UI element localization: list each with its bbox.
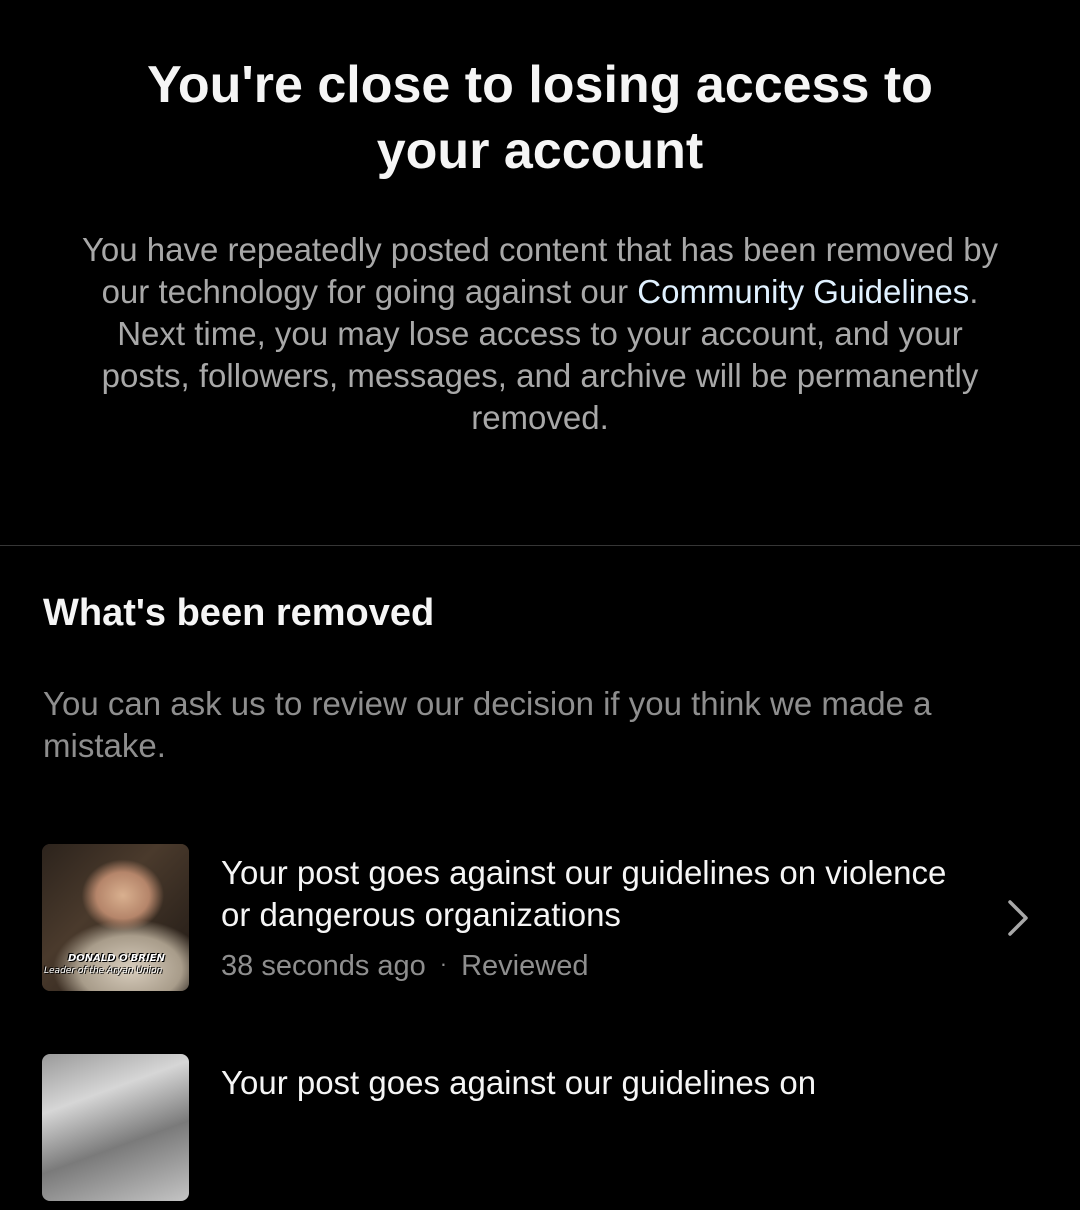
- removed-post-item[interactable]: Your post goes against our guidelines on: [0, 1050, 1080, 1210]
- thumbnail-caption: DONALD O'BRIEN Leader of the Aryan Union: [42, 953, 189, 977]
- chevron-right-icon[interactable]: [1002, 896, 1032, 940]
- section-title: What's been removed: [43, 592, 435, 634]
- item-timestamp: 38 seconds ago: [221, 950, 426, 982]
- community-guidelines-link[interactable]: Community Guidelines: [637, 273, 969, 310]
- warning-message: You have repeatedly posted content that …: [80, 229, 1000, 439]
- post-thumbnail: [42, 1054, 189, 1201]
- item-text: Your post goes against our guidelines on: [221, 1062, 981, 1104]
- section-divider: [0, 545, 1080, 546]
- item-status: Reviewed: [461, 950, 589, 982]
- item-meta: 38 seconds ago · Reviewed: [221, 946, 981, 984]
- section-description: You can ask us to review our decision if…: [43, 685, 932, 764]
- thumbnail-caption-name: DONALD O'BRIEN: [68, 953, 165, 964]
- removed-post-item[interactable]: DONALD O'BRIEN Leader of the Aryan Union…: [0, 840, 1080, 1000]
- post-thumbnail: DONALD O'BRIEN Leader of the Aryan Union: [42, 844, 189, 991]
- warning-header: You're close to losing access to your ac…: [0, 0, 1080, 545]
- thumbnail-caption-subtitle: Leader of the Aryan Union: [44, 966, 163, 976]
- item-title: Your post goes against our guidelines on: [221, 1064, 817, 1101]
- meta-separator: ·: [439, 951, 448, 976]
- item-title: Your post goes against our guidelines on…: [221, 854, 947, 933]
- item-text: Your post goes against our guidelines on…: [221, 852, 981, 984]
- page-title: You're close to losing access to your ac…: [147, 56, 933, 180]
